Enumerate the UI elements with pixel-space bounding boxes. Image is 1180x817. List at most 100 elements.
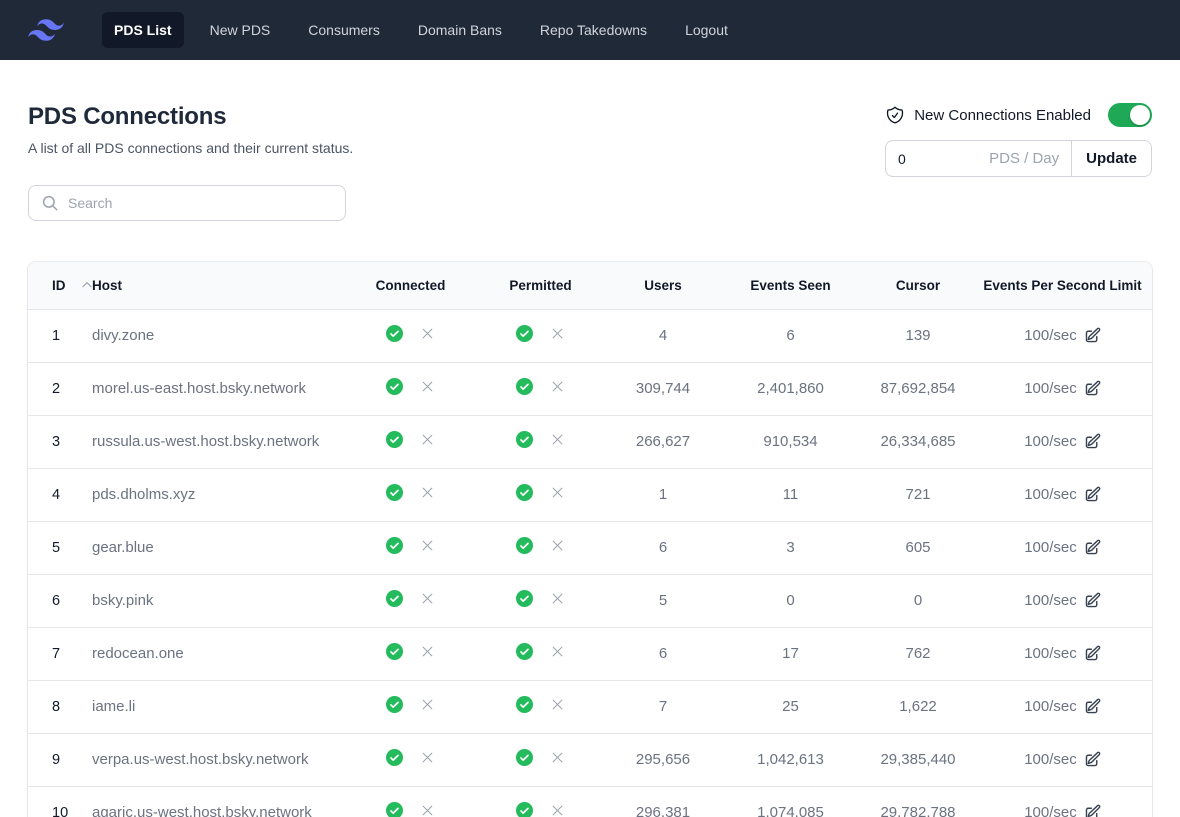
edit-rate-limit-button[interactable]	[1084, 804, 1101, 817]
new-connections-toggle[interactable]	[1108, 103, 1152, 127]
check-circle-icon	[516, 802, 533, 817]
new-connections-row: New Connections Enabled	[885, 103, 1152, 127]
permitted-false-button[interactable]	[550, 803, 565, 817]
check-circle-icon	[516, 590, 533, 607]
permitted-false-button[interactable]	[550, 644, 565, 659]
permitted-true-button[interactable]	[516, 537, 533, 554]
permitted-false-button[interactable]	[550, 326, 565, 341]
nav-item-logout[interactable]: Logout	[673, 12, 740, 48]
permitted-cell	[473, 574, 608, 627]
eps-limit-cell: 100/sec	[973, 733, 1152, 786]
connected-false-button[interactable]	[420, 644, 435, 659]
connected-false-button[interactable]	[420, 432, 435, 447]
check-circle-icon	[386, 643, 403, 660]
permitted-cell	[473, 680, 608, 733]
permitted-false-button[interactable]	[550, 538, 565, 553]
column-header-id[interactable]: ID	[28, 262, 92, 309]
permitted-true-button[interactable]	[516, 378, 533, 395]
permitted-true-button[interactable]	[516, 484, 533, 501]
edit-rate-limit-button[interactable]	[1084, 539, 1101, 556]
nav-item-consumers[interactable]: Consumers	[296, 12, 392, 48]
pds-id: 9	[28, 733, 92, 786]
users-count: 295,656	[608, 733, 718, 786]
edit-rate-limit-button[interactable]	[1084, 380, 1101, 397]
connected-false-button[interactable]	[420, 697, 435, 712]
connected-cell	[348, 786, 473, 817]
edit-rate-limit-button[interactable]	[1084, 486, 1101, 503]
update-button[interactable]: Update	[1071, 141, 1151, 176]
check-circle-icon	[386, 696, 403, 713]
connected-false-button[interactable]	[420, 538, 435, 553]
connected-true-button[interactable]	[386, 378, 403, 395]
users-count: 5	[608, 574, 718, 627]
connected-true-button[interactable]	[386, 802, 403, 817]
connected-false-button[interactable]	[420, 750, 435, 765]
table-row: 3 russula.us-west.host.bsky.network	[28, 415, 1152, 468]
connected-true-button[interactable]	[386, 325, 403, 342]
check-circle-icon	[386, 749, 403, 766]
pds-id: 4	[28, 468, 92, 521]
pds-host: pds.dholms.xyz	[92, 468, 348, 521]
connected-false-button[interactable]	[420, 803, 435, 817]
permitted-true-button[interactable]	[516, 325, 533, 342]
connected-true-button[interactable]	[386, 484, 403, 501]
pencil-square-icon	[1084, 592, 1101, 609]
permitted-true-button[interactable]	[516, 802, 533, 817]
connected-false-button[interactable]	[420, 485, 435, 500]
permitted-true-button[interactable]	[516, 590, 533, 607]
permitted-cell	[473, 733, 608, 786]
nav-item-repo-takedowns[interactable]: Repo Takedowns	[528, 12, 659, 48]
permitted-false-button[interactable]	[550, 591, 565, 606]
permitted-cell	[473, 415, 608, 468]
connected-true-button[interactable]	[386, 696, 403, 713]
edit-rate-limit-button[interactable]	[1084, 592, 1101, 609]
connected-false-button[interactable]	[420, 379, 435, 394]
brand-logo[interactable]	[28, 12, 64, 48]
edit-rate-limit-button[interactable]	[1084, 751, 1101, 768]
connected-false-button[interactable]	[420, 591, 435, 606]
connected-cell	[348, 680, 473, 733]
nav-item-domain-bans[interactable]: Domain Bans	[406, 12, 514, 48]
edit-rate-limit-button[interactable]	[1084, 698, 1101, 715]
nav-item-pds-list[interactable]: PDS List	[102, 12, 184, 48]
permitted-false-button[interactable]	[550, 750, 565, 765]
connected-true-button[interactable]	[386, 749, 403, 766]
check-circle-icon	[386, 802, 403, 817]
permitted-false-button[interactable]	[550, 379, 565, 394]
permitted-true-button[interactable]	[516, 696, 533, 713]
permitted-false-button[interactable]	[550, 432, 565, 447]
permitted-true-button[interactable]	[516, 643, 533, 660]
top-navbar: PDS List New PDS Consumers Domain Bans R…	[0, 0, 1180, 60]
pencil-square-icon	[1084, 539, 1101, 556]
edit-rate-limit-button[interactable]	[1084, 433, 1101, 450]
check-circle-icon	[386, 378, 403, 395]
permitted-false-button[interactable]	[550, 697, 565, 712]
check-circle-icon	[386, 431, 403, 448]
x-icon	[420, 644, 435, 659]
shield-check-icon	[885, 105, 905, 125]
permitted-true-button[interactable]	[516, 749, 533, 766]
search-input[interactable]	[68, 195, 333, 211]
connected-true-button[interactable]	[386, 590, 403, 607]
eps-limit-value: 100/sec	[1024, 380, 1077, 397]
pds-id: 7	[28, 627, 92, 680]
eps-limit-cell: 100/sec	[973, 574, 1152, 627]
check-circle-icon	[516, 325, 533, 342]
events-seen-count: 11	[718, 468, 863, 521]
connected-true-button[interactable]	[386, 537, 403, 554]
connected-cell	[348, 574, 473, 627]
connected-true-button[interactable]	[386, 643, 403, 660]
pds-per-day-input[interactable]	[898, 151, 968, 167]
permitted-true-button[interactable]	[516, 431, 533, 448]
pds-connections-page: PDS Connections A list of all PDS connec…	[0, 103, 1180, 817]
check-circle-icon	[516, 696, 533, 713]
column-label-id: ID	[52, 278, 66, 293]
permitted-false-button[interactable]	[550, 485, 565, 500]
nav-item-new-pds[interactable]: New PDS	[198, 12, 283, 48]
edit-rate-limit-button[interactable]	[1084, 327, 1101, 344]
eps-limit-value: 100/sec	[1024, 486, 1077, 503]
connected-false-button[interactable]	[420, 326, 435, 341]
edit-rate-limit-button[interactable]	[1084, 645, 1101, 662]
connected-true-button[interactable]	[386, 431, 403, 448]
pds-id: 3	[28, 415, 92, 468]
